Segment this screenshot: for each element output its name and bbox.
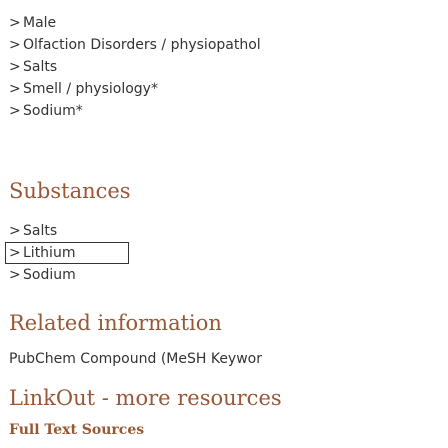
substance-label[interactable]: Lithium	[23, 245, 75, 261]
mesh-term-label[interactable]: Male	[23, 15, 56, 31]
mesh-term-male[interactable]: > Male	[9, 12, 261, 34]
chevron-right-icon: >	[9, 267, 21, 283]
substance-sodium[interactable]: > Sodium	[9, 264, 129, 286]
article-sidebar: > Male > Olfaction Disorders / physiopatho…	[0, 0, 448, 448]
substances-list: > Salts > Lithium > Sodium	[5, 220, 129, 286]
mesh-term-label[interactable]: Salts	[23, 59, 57, 75]
substances-heading: Substances	[9, 179, 131, 203]
substance-salts[interactable]: > Salts	[9, 220, 129, 242]
chevron-right-icon: >	[9, 37, 21, 53]
substance-label[interactable]: Salts	[23, 223, 57, 239]
chevron-right-icon: >	[9, 81, 21, 97]
chevron-right-icon: >	[9, 15, 21, 31]
substance-lithium[interactable]: > Lithium	[5, 242, 129, 264]
full-text-sources-heading: Full Text Sources	[9, 422, 145, 438]
substance-label[interactable]: Sodium	[23, 267, 76, 283]
chevron-right-icon: >	[9, 103, 21, 119]
related-information-heading: Related information	[9, 311, 222, 335]
chevron-right-icon: >	[9, 223, 21, 239]
mesh-term-olfaction-disorders[interactable]: > Olfaction Disorders / physiopathol	[9, 34, 261, 56]
chevron-right-icon: >	[9, 245, 21, 261]
mesh-term-label[interactable]: Sodium*	[23, 103, 83, 119]
mesh-term-salts[interactable]: > Salts	[9, 56, 261, 78]
mesh-terms-list: > Male > Olfaction Disorders / physiopatho…	[9, 12, 261, 122]
mesh-term-label[interactable]: Olfaction Disorders / physiopathol	[23, 37, 261, 53]
chevron-right-icon: >	[9, 59, 21, 75]
mesh-term-label[interactable]: Smell / physiology*	[23, 81, 158, 97]
pubchem-compound-link[interactable]: PubChem Compound (MeSH Keywor	[9, 349, 262, 369]
mesh-term-sodium[interactable]: > Sodium*	[9, 100, 261, 122]
linkout-heading: LinkOut - more resources	[9, 386, 282, 410]
mesh-term-smell[interactable]: > Smell / physiology*	[9, 78, 261, 100]
